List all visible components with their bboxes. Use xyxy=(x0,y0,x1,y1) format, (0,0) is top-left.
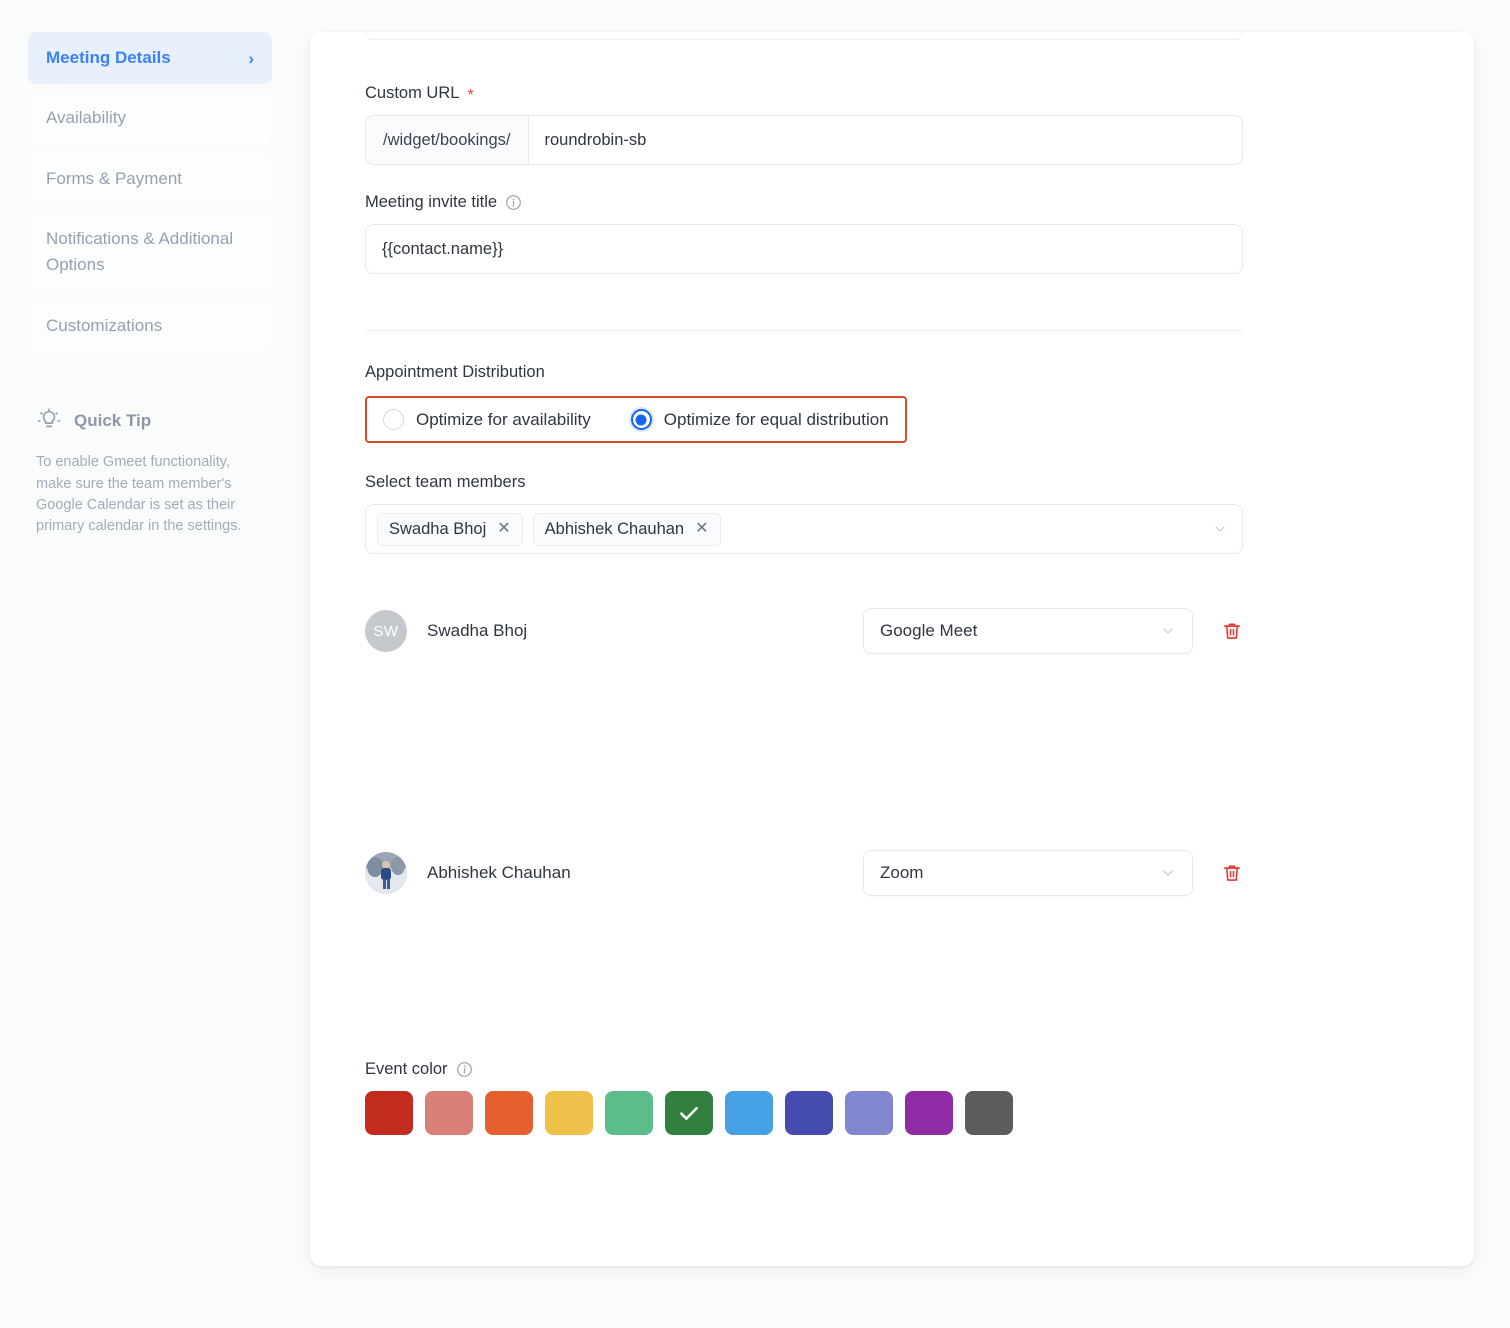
team-member-name: Swadha Bhoj xyxy=(427,621,528,640)
custom-url-input[interactable]: roundrobin-sb xyxy=(529,116,1243,164)
sidebar-item-notifications[interactable]: Notifications & Additional Options xyxy=(28,213,272,292)
team-members-group: Select team members Swadha Bhoj ✕ Abhish… xyxy=(365,443,1419,554)
previous-field-clipped xyxy=(365,32,1243,40)
delete-member-button[interactable] xyxy=(1221,619,1243,643)
conference-select-value: Google Meet xyxy=(880,621,978,640)
team-member-tag[interactable]: Swadha Bhoj ✕ xyxy=(377,512,523,546)
info-icon[interactable] xyxy=(505,194,522,211)
required-asterisk: * xyxy=(467,86,474,104)
event-color-swatch[interactable] xyxy=(725,1091,773,1135)
check-icon xyxy=(680,1106,698,1120)
conference-select[interactable]: Zoom xyxy=(863,850,1193,896)
quick-tip-title: Quick Tip xyxy=(74,411,152,431)
delete-member-button[interactable] xyxy=(1221,861,1243,885)
radio-optimize-availability[interactable]: Optimize for availability xyxy=(383,409,591,430)
conference-select[interactable]: Google Meet xyxy=(863,608,1193,654)
event-color-swatches xyxy=(365,1091,1419,1135)
sidebar-item-forms-payment[interactable]: Forms & Payment xyxy=(28,152,272,206)
info-icon[interactable] xyxy=(456,1061,473,1078)
chevron-down-icon[interactable] xyxy=(1160,865,1176,881)
custom-url-label: Custom URL * xyxy=(365,84,474,104)
radio-button-unchecked-icon[interactable] xyxy=(383,409,404,430)
sidebar-item-label: Notifications & Additional Options xyxy=(46,229,234,275)
team-member-controls: Google Meet xyxy=(863,608,1243,654)
appointment-distribution-group: Appointment Distribution Optimize for av… xyxy=(365,331,1419,443)
chevron-down-icon[interactable] xyxy=(1212,521,1228,537)
event-color-swatch[interactable] xyxy=(365,1091,413,1135)
team-member-row: Abhishek Chauhan Zoom xyxy=(365,850,1243,896)
meeting-invite-title-group: Meeting invite title {{contact.name}} xyxy=(365,165,1419,274)
sidebar-item-label: Meeting Details xyxy=(46,48,171,67)
event-color-swatch[interactable] xyxy=(785,1091,833,1135)
event-color-swatch[interactable] xyxy=(665,1091,713,1135)
custom-url-prefix: /widget/bookings/ xyxy=(366,116,529,164)
sidebar-nav: Meeting Details › Availability Forms & P… xyxy=(0,32,300,353)
meeting-details-card: Custom URL * /widget/bookings/ roundrobi… xyxy=(310,32,1474,1266)
appointment-distribution-options: Optimize for availability Optimize for e… xyxy=(365,396,907,443)
meeting-invite-title-label: Meeting invite title xyxy=(365,193,1419,212)
meeting-invite-title-input[interactable]: {{contact.name}} xyxy=(365,224,1243,274)
appointment-distribution-label: Appointment Distribution xyxy=(365,363,545,381)
event-color-swatch[interactable] xyxy=(965,1091,1013,1135)
event-color-label: Event color xyxy=(365,1060,1419,1079)
team-member-tag[interactable]: Abhishek Chauhan ✕ xyxy=(532,512,721,546)
radio-label: Optimize for availability xyxy=(416,409,591,429)
avatar xyxy=(365,852,407,894)
event-color-swatch[interactable] xyxy=(845,1091,893,1135)
event-color-swatch[interactable] xyxy=(905,1091,953,1135)
sidebar: Meeting Details › Availability Forms & P… xyxy=(0,0,300,1328)
team-member-tag-label: Swadha Bhoj xyxy=(389,519,487,538)
sidebar-item-meeting-details[interactable]: Meeting Details › xyxy=(28,32,272,85)
event-color-swatch[interactable] xyxy=(545,1091,593,1135)
card-content: Custom URL * /widget/bookings/ roundrobi… xyxy=(310,32,1474,1135)
event-color-group: Event color xyxy=(365,896,1419,1135)
avatar: SW xyxy=(365,610,407,652)
radio-label: Optimize for equal distribution xyxy=(663,409,889,429)
custom-url-input-group[interactable]: /widget/bookings/ roundrobin-sb xyxy=(365,115,1243,165)
remove-tag-icon[interactable]: ✕ xyxy=(695,521,708,537)
radio-optimize-equal-distribution[interactable]: Optimize for equal distribution xyxy=(630,409,889,430)
event-color-swatch[interactable] xyxy=(605,1091,653,1135)
conference-select-value: Zoom xyxy=(880,863,924,882)
event-color-swatch[interactable] xyxy=(485,1091,533,1135)
radio-button-checked-icon[interactable] xyxy=(630,409,652,430)
team-member-tag-label: Abhishek Chauhan xyxy=(544,519,685,538)
sidebar-item-customizations[interactable]: Customizations xyxy=(28,299,272,353)
event-color-swatch[interactable] xyxy=(425,1091,473,1135)
team-member-name: Abhishek Chauhan xyxy=(427,863,571,882)
lightbulb-icon xyxy=(36,408,62,434)
quick-tip-header: Quick Tip xyxy=(36,408,256,434)
chevron-down-icon[interactable] xyxy=(1160,623,1176,639)
custom-url-group: Custom URL * /widget/bookings/ roundrobi… xyxy=(365,32,1419,165)
avatar-photo xyxy=(365,852,407,894)
sidebar-item-label: Forms & Payment xyxy=(46,168,183,188)
chevron-right-icon: › xyxy=(248,48,254,68)
sidebar-item-label: Availability xyxy=(46,108,127,128)
team-members-select[interactable]: Swadha Bhoj ✕ Abhishek Chauhan ✕ xyxy=(365,504,1243,554)
avatar-initials: SW xyxy=(373,622,399,640)
team-members-label: Select team members xyxy=(365,473,526,491)
sidebar-item-availability[interactable]: Availability xyxy=(28,92,272,145)
team-member-controls: Zoom xyxy=(863,850,1243,896)
sidebar-item-label: Customizations xyxy=(46,315,163,335)
quick-tip-panel: Quick Tip To enable Gmeet functionality,… xyxy=(36,408,256,538)
quick-tip-body: To enable Gmeet functionality, make sure… xyxy=(36,454,242,535)
settings-page: Meeting Details › Availability Forms & P… xyxy=(0,0,1510,1328)
remove-tag-icon[interactable]: ✕ xyxy=(497,521,510,537)
team-member-row: SW Swadha Bhoj Google Meet xyxy=(365,608,1243,654)
